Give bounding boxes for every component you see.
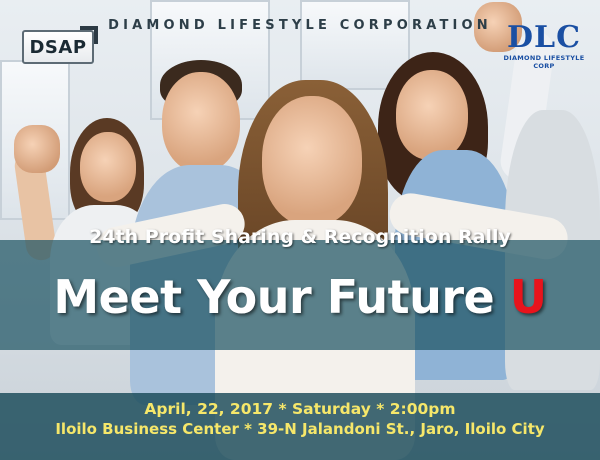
dlc-logo-mark: DLC [507,20,581,55]
logo-corner-icon [80,26,98,44]
event-date-line: April, 22, 2017 * Saturday * 2:00pm [144,400,456,418]
dsap-logo-text: DSAP [29,36,87,58]
dlc-logo-subtitle: DIAMOND LIFESTYLE CORP [503,54,585,70]
event-venue-line: Iloilo Business Center * 39-N Jalandoni … [55,420,545,438]
event-poster: DIAMOND LIFESTYLE CORPORATION DSAP DLC D… [0,0,600,460]
headline: Meet Your Future U [0,270,600,324]
headline-main: Meet Your Future [53,270,510,324]
rally-title: 24th Profit Sharing & Recognition Rally [89,226,511,248]
dsap-logo: DSAP [22,26,98,64]
dlc-logo: DLC DIAMOND LIFESTYLE CORP [498,22,590,72]
headline-accent: U [509,270,547,324]
